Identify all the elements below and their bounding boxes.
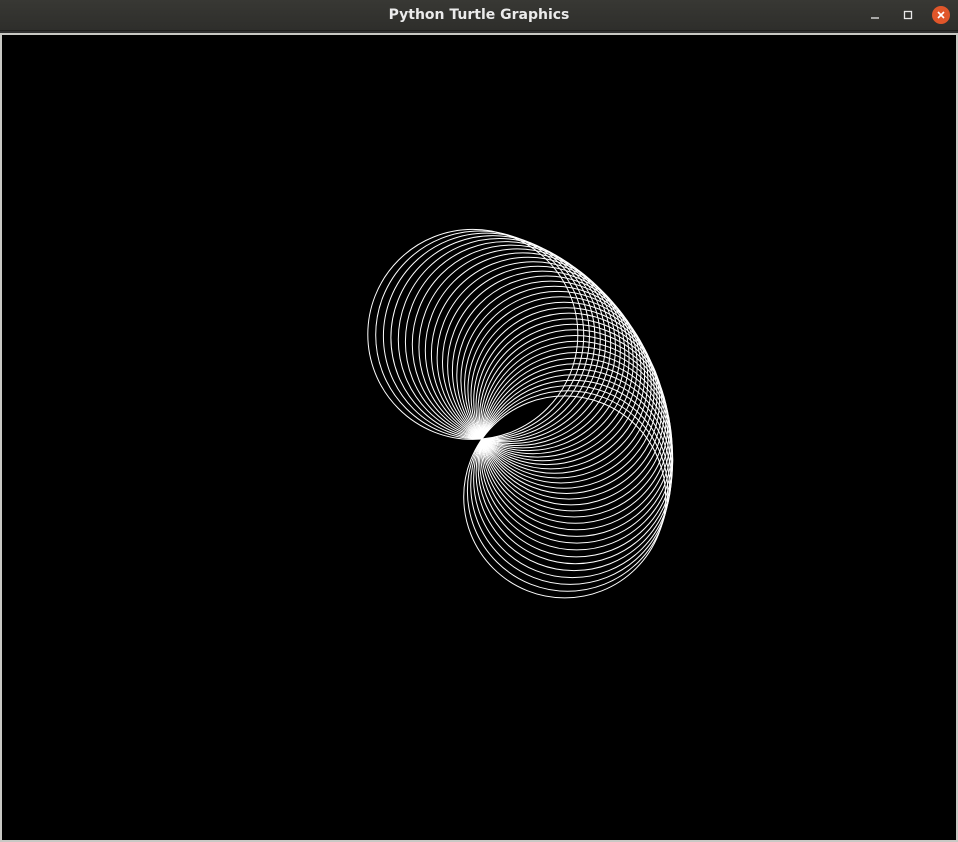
spiro-circle	[470, 385, 670, 585]
minimize-button[interactable]	[866, 6, 884, 24]
spiro-circle	[466, 390, 669, 592]
title-bar[interactable]: Python Turtle Graphics	[0, 0, 958, 31]
maximize-button[interactable]	[899, 6, 917, 24]
window-controls	[851, 0, 950, 30]
turtle-canvas[interactable]	[2, 35, 956, 840]
minimize-icon	[871, 17, 879, 19]
spiro-circle	[481, 352, 673, 544]
spiro-circle	[475, 374, 673, 572]
canvas-frame	[0, 33, 958, 842]
turtle-window: Python Turtle Graphics	[0, 0, 958, 842]
close-button[interactable]	[932, 6, 950, 24]
window-title: Python Turtle Graphics	[388, 7, 570, 23]
close-icon	[937, 11, 945, 19]
maximize-icon	[903, 10, 913, 20]
spirograph-drawing	[367, 228, 674, 599]
spiro-circle	[390, 235, 596, 441]
